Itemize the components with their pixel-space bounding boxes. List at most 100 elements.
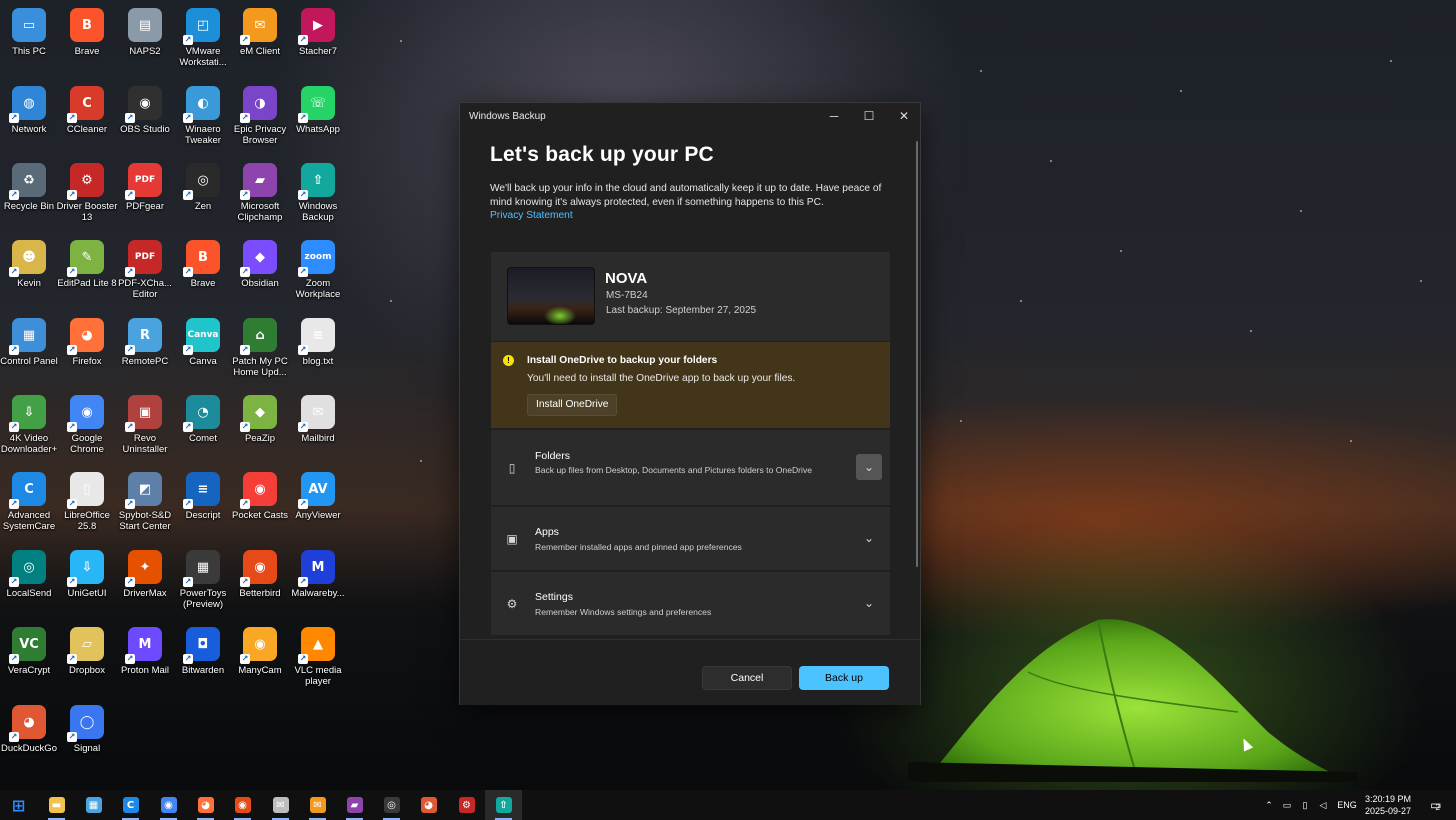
chevron-up-icon[interactable]: ⌃ — [1261, 790, 1277, 820]
desktop-shortcut[interactable]: C ↗ CCleaner — [58, 84, 116, 158]
desktop-shortcut[interactable]: ▦ ↗ Control Panel — [0, 316, 58, 390]
title-bar[interactable]: Windows Backup — [460, 103, 920, 129]
desktop-shortcut[interactable]: ◩ ↗ Spybot-S&D Start Center — [116, 470, 174, 544]
clock[interactable]: 3:20:19 PM 2025-09-27 — [1360, 793, 1416, 817]
desktop-shortcut[interactable]: ◑ ↗ Epic Privacy Browser — [231, 84, 289, 158]
desktop-shortcut[interactable]: ◎ ↗ LocalSend — [0, 548, 58, 622]
taskbar-app-button[interactable]: ▬ — [38, 790, 75, 820]
chevron-down-icon[interactable]: ⌄ — [856, 525, 882, 551]
desktop-shortcut[interactable]: ▦ ↗ PowerToys (Preview) — [174, 548, 232, 622]
desktop-shortcut[interactable]: PDF ↗ PDFgear — [116, 161, 174, 235]
desktop-shortcut[interactable]: ▤ NAPS2 — [116, 6, 174, 80]
taskbar-app-button[interactable]: ⊞ — [0, 790, 37, 820]
desktop-shortcut[interactable]: ▣ ↗ Revo Uninstaller — [116, 393, 174, 467]
desktop-shortcut[interactable]: ⇩ ↗ UniGetUI — [58, 548, 116, 622]
desktop-shortcut[interactable]: M ↗ Proton Mail — [116, 625, 174, 699]
taskbar-app-button[interactable]: ▰ — [336, 790, 373, 820]
desktop-shortcut[interactable]: M ↗ Malwareby... — [289, 548, 347, 622]
chevron-down-icon[interactable]: ⌄ — [856, 590, 882, 616]
taskbar-app-button[interactable]: C — [112, 790, 149, 820]
desktop-shortcut[interactable]: ◉ ↗ ManyCam — [231, 625, 289, 699]
taskbar-app-button[interactable]: ⚙ — [448, 790, 485, 820]
desktop-shortcut[interactable]: ◯ ↗ Signal — [58, 703, 116, 777]
desktop-shortcut[interactable]: ◘ ↗ Bitwarden — [174, 625, 232, 699]
desktop-shortcut[interactable]: PDF ↗ PDF-XCha... Editor — [116, 238, 174, 312]
desktop-shortcut-label: DuckDuckGo — [1, 743, 57, 754]
desktop-shortcut[interactable]: ▶ ↗ Stacher7 — [289, 6, 347, 80]
desktop-shortcut[interactable]: Canva ↗ Canva — [174, 316, 232, 390]
desktop-shortcut[interactable]: zoom ↗ Zoom Workplace — [289, 238, 347, 312]
desktop-shortcut[interactable]: C ↗ Advanced SystemCare — [0, 470, 58, 544]
taskbar-app-button[interactable]: ✉ — [299, 790, 336, 820]
minimize-button[interactable]: ─ — [817, 103, 851, 129]
maximize-button[interactable]: ☐ — [852, 103, 886, 129]
desktop-shortcut[interactable]: ✎ ↗ EditPad Lite 8 — [57, 238, 117, 312]
desktop-shortcut[interactable]: AV ↗ AnyViewer — [289, 470, 347, 544]
desktop-shortcut[interactable]: ⇩ ↗ 4K Video Downloader+ — [0, 393, 58, 467]
desktop-shortcut[interactable]: ⌂ ↗ Patch My PC Home Upd... — [231, 316, 289, 390]
em-client-icon: ✉ — [309, 797, 326, 813]
taskbar-app-button[interactable]: ▦ — [75, 790, 112, 820]
desktop-shortcut[interactable]: ⚙ ↗ Driver Booster 13 — [57, 161, 117, 235]
description-text: We'll back up your info in the cloud and… — [490, 183, 882, 208]
shortcut-arrow-icon: ↗ — [298, 345, 308, 355]
cancel-button[interactable]: Cancel — [702, 666, 792, 690]
desktop-shortcut[interactable]: ◆ ↗ PeaZip — [231, 393, 289, 467]
desktop-shortcut[interactable]: ◉ ↗ Google Chrome — [58, 393, 116, 467]
desktop-shortcut[interactable]: ◎ ↗ Zen — [174, 161, 232, 235]
language-indicator[interactable]: ENG — [1334, 790, 1360, 820]
desktop-shortcut[interactable]: B Brave — [58, 6, 116, 80]
desktop-shortcut[interactable]: ☏ ↗ WhatsApp — [289, 84, 347, 158]
desktop-shortcut[interactable]: ◉ ↗ Pocket Casts — [231, 470, 289, 544]
obsidian-icon: ◆ ↗ — [240, 240, 277, 277]
desktop-shortcut[interactable]: ◐ ↗ Winaero Tweaker — [174, 84, 232, 158]
desktop-shortcut[interactable]: ♻ ↗ Recycle Bin — [0, 161, 58, 235]
battery-icon[interactable]: ▭ — [1279, 790, 1295, 820]
desktop-shortcut[interactable]: ☻ ↗ Kevin — [0, 238, 58, 312]
desktop-shortcut[interactable]: ▲ ↗ VLC media player — [289, 625, 347, 699]
privacy-statement-link[interactable]: Privacy Statement — [490, 210, 573, 221]
desktop-shortcut[interactable]: R ↗ RemotePC — [116, 316, 174, 390]
desktop-shortcut[interactable]: ≡ ↗ blog.txt — [289, 316, 347, 390]
desktop-shortcut[interactable]: ◉ ↗ Betterbird — [231, 548, 289, 622]
desktop-shortcut[interactable]: ◆ ↗ Obsidian — [231, 238, 289, 312]
taskbar-app-button[interactable]: ◕ — [410, 790, 447, 820]
taskbar-app-button[interactable]: ⇧ — [485, 790, 522, 820]
user-folder-icon: ☻ ↗ — [9, 240, 46, 277]
scrollbar[interactable] — [916, 141, 918, 567]
desktop-shortcut[interactable]: ▱ ↗ Dropbox — [58, 625, 116, 699]
close-button[interactable]: ✕ — [887, 103, 921, 129]
taskbar-app-button[interactable]: ◎ — [373, 790, 410, 820]
taskbar-app-button[interactable]: ◉ — [224, 790, 261, 820]
desktop-shortcut[interactable]: ◕ ↗ Firefox — [58, 316, 116, 390]
desktop-shortcut[interactable]: ◔ ↗ Comet — [174, 393, 232, 467]
desktop-shortcut-label: Canva — [189, 356, 217, 367]
taskbar-app-button[interactable]: ✉ — [262, 790, 299, 820]
notification-center-button[interactable]: ▭ 2 — [1424, 790, 1446, 820]
back-up-button[interactable]: Back up — [799, 666, 889, 690]
install-onedrive-button[interactable]: Install OneDrive — [527, 394, 618, 416]
desktop-shortcut[interactable]: B ↗ Brave — [174, 238, 232, 312]
desktop-shortcut[interactable]: ⇧ ↗ Windows Backup — [289, 161, 347, 235]
desktop-shortcut[interactable]: ▰ ↗ Microsoft Clipchamp — [231, 161, 289, 235]
desktop-shortcut[interactable]: VC ↗ VeraCrypt — [0, 625, 58, 699]
taskbar-app-button[interactable]: ◕ — [187, 790, 224, 820]
taskbar-app-button[interactable]: ◉ — [150, 790, 187, 820]
settings-section[interactable]: ⚙ Settings Remember Windows settings and… — [491, 572, 890, 635]
folders-section[interactable]: ▯ Folders Back up files from Desktop, Do… — [491, 430, 890, 505]
desktop-shortcut[interactable]: ≡ ↗ Descript — [174, 470, 232, 544]
network-icon[interactable]: ▯ — [1297, 790, 1313, 820]
chevron-down-icon[interactable]: ⌄ — [856, 454, 882, 480]
desktop-shortcut[interactable]: ✉ ↗ eM Client — [231, 6, 289, 80]
desktop-shortcut[interactable]: ▭ This PC — [0, 6, 58, 80]
desktop-shortcut[interactable]: ✉ ↗ Mailbird — [289, 393, 347, 467]
desktop-shortcut[interactable]: ◍ ↗ Network — [0, 84, 58, 158]
desktop-shortcut[interactable]: ◕ ↗ DuckDuckGo — [0, 703, 58, 777]
desktop-shortcut[interactable]: ✦ ↗ DriverMax — [116, 548, 174, 622]
desktop-shortcut[interactable]: ◉ ↗ OBS Studio — [116, 84, 174, 158]
desktop-shortcut[interactable]: ▯ ↗ LibreOffice 25.8 — [58, 470, 116, 544]
driver-booster-icon: ⚙ — [458, 797, 475, 813]
apps-section[interactable]: ▣ Apps Remember installed apps and pinne… — [491, 507, 890, 570]
desktop-shortcut[interactable]: ◰ ↗ VMware Workstati... — [174, 6, 232, 80]
volume-muted-icon[interactable]: ◁ — [1315, 790, 1331, 820]
